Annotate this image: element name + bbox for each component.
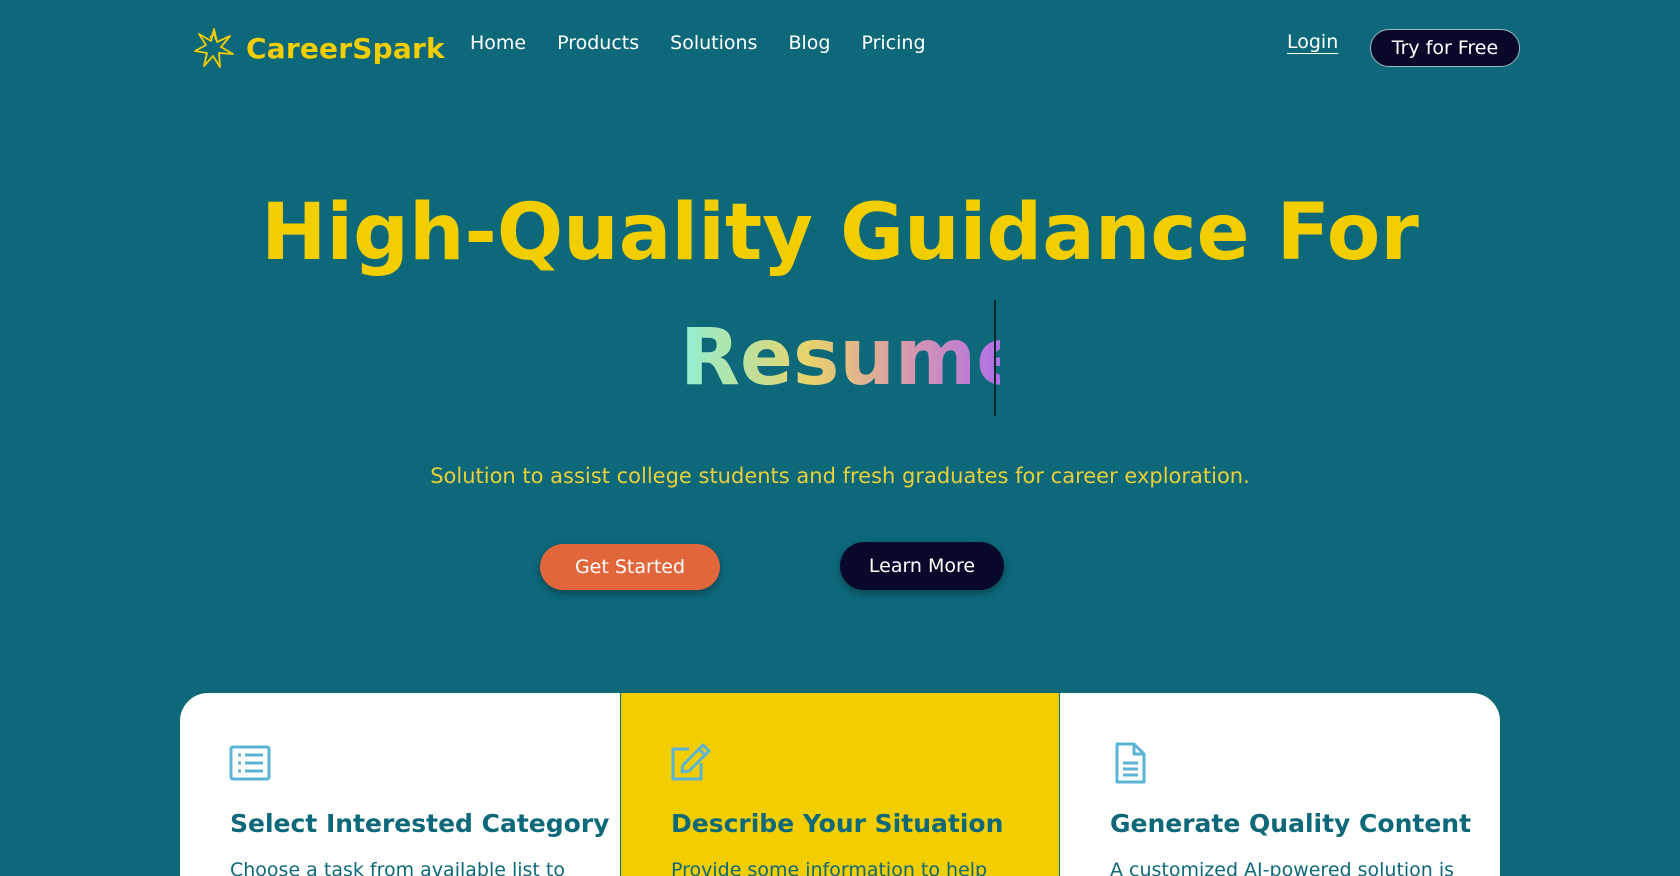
step-description: Choose a task from available list to [230, 859, 565, 876]
brand-name: CareerSpark [246, 31, 445, 65]
step-card-category[interactable]: Select Interested Category Choose a task… [180, 693, 620, 876]
try-for-free-button[interactable]: Try for Free [1370, 29, 1520, 67]
nav-link-products[interactable]: Products [557, 32, 639, 54]
get-started-button[interactable]: Get Started [540, 544, 720, 590]
hero-subtitle: Solution to assist college students and … [430, 464, 1250, 488]
nav-link-home[interactable]: Home [470, 32, 526, 54]
list-icon [229, 745, 271, 781]
step-description: Provide some information to help [671, 859, 988, 876]
step-description: A customized AI-powered solution is [1110, 859, 1455, 876]
typing-caret [994, 300, 996, 416]
edit-icon [671, 743, 711, 781]
spark-star-logo-icon [194, 28, 234, 68]
landing-page: CareerSpark Home Products Solutions Blog… [0, 0, 1680, 876]
step-title: Generate Quality Content [1110, 809, 1472, 838]
step-card-situation[interactable]: Describe Your Situation Provide some inf… [620, 693, 1060, 876]
hero-title: High-Quality Guidance For [261, 188, 1419, 278]
nav-links: Home Products Solutions Blog Pricing [470, 32, 926, 54]
step-card-generate[interactable]: Generate Quality Content A customized AI… [1060, 693, 1500, 876]
nav-link-pricing[interactable]: Pricing [861, 32, 925, 54]
nav-link-solutions[interactable]: Solutions [670, 32, 757, 54]
login-link[interactable]: Login [1287, 31, 1338, 53]
step-title: Select Interested Category [230, 809, 610, 838]
step-title: Describe Your Situation [671, 809, 1004, 838]
brand-logo[interactable]: CareerSpark [192, 26, 445, 70]
steps-section: Select Interested Category Choose a task… [180, 693, 1500, 876]
learn-more-button[interactable]: Learn More [840, 542, 1004, 590]
hero-typed-word: Resume [680, 308, 1029, 408]
document-icon [1115, 742, 1146, 784]
nav-link-blog[interactable]: Blog [788, 32, 830, 54]
top-navigation: CareerSpark Home Products Solutions Blog… [0, 0, 1680, 94]
